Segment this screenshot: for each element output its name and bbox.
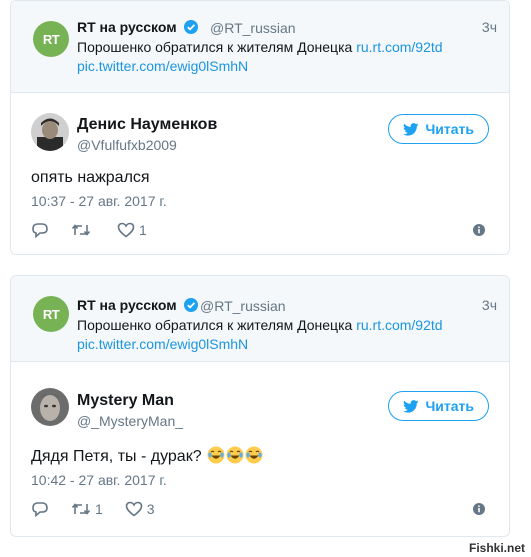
retweet-button[interactable]: [71, 222, 95, 238]
watermark: Fishki.net: [462, 539, 531, 557]
quoted-link[interactable]: ru.rt.com/92td: [356, 39, 442, 55]
tweet-text-body: Дядя Петя, ты - дурак?: [31, 448, 202, 465]
quoted-text: Порошенко обратился к жителям Донецка ru…: [77, 317, 443, 333]
quoted-pic-link[interactable]: pic.twitter.com/ewig0lSmhN: [77, 58, 248, 74]
quoted-author-name[interactable]: RT на русском: [77, 297, 198, 313]
avatar[interactable]: [31, 388, 69, 426]
follow-button[interactable]: Читать: [388, 114, 489, 144]
tweet-card: RT RT на русском @RT_russian 3ч Порошенк…: [10, 0, 510, 255]
author-handle[interactable]: @_MysteryMan_: [77, 413, 183, 429]
avatar[interactable]: [31, 113, 69, 151]
verified-badge-icon: [183, 20, 198, 34]
quoted-tweet[interactable]: RT RT на русском @RT_russian 3ч Порошенк…: [11, 276, 509, 362]
twitter-bird-icon: [403, 399, 419, 413]
laughing-emoji-icon: [207, 446, 225, 464]
twitter-bird-icon: [403, 122, 419, 136]
heart-icon: [125, 501, 143, 517]
quoted-time: 3ч: [481, 297, 497, 313]
quoted-author-name-text: RT на русском: [77, 19, 177, 35]
rt-avatar[interactable]: RT: [33, 21, 69, 57]
quoted-author-name-text: RT на русском: [77, 297, 177, 313]
follow-button[interactable]: Читать: [388, 391, 489, 421]
quoted-link[interactable]: ru.rt.com/92td: [356, 317, 442, 333]
follow-button-label: Читать: [425, 121, 474, 137]
laughing-emoji-icon: [226, 446, 244, 464]
avatar-photo: [31, 388, 69, 426]
author-handle[interactable]: @Vfulfufxb2009: [77, 137, 177, 153]
reply-icon: [32, 502, 48, 517]
quoted-author-name[interactable]: RT на русском: [77, 19, 198, 35]
quoted-tweet[interactable]: RT RT на русском @RT_russian 3ч Порошенк…: [11, 1, 509, 93]
laughing-emoji-icon: [245, 446, 263, 464]
quoted-time: 3ч: [481, 19, 497, 35]
quoted-author-handle: @RT_russian: [200, 298, 286, 314]
tweet-text: Дядя Петя, ты - дурак?: [31, 446, 263, 466]
reply-button[interactable]: [31, 222, 49, 238]
tweet-actions: 1 3: [31, 498, 177, 520]
follow-button-label: Читать: [425, 398, 474, 414]
quoted-pic-link[interactable]: pic.twitter.com/ewig0lSmhN: [77, 336, 248, 352]
info-icon[interactable]: [473, 224, 485, 236]
reply-icon: [32, 223, 48, 238]
tweet-date[interactable]: 10:37 - 27 авг. 2017 г.: [31, 193, 167, 209]
like-count: 1: [139, 222, 147, 238]
like-button[interactable]: 1: [117, 222, 147, 238]
quoted-text-body: Порошенко обратился к жителям Донецка: [77, 317, 353, 333]
retweet-button[interactable]: 1: [71, 501, 103, 517]
tweet-actions: 1: [31, 219, 169, 241]
tweet-text: опять нажрался: [31, 169, 150, 186]
quoted-text-body: Порошенко обратился к жителям Донецка: [77, 39, 353, 55]
verified-badge-icon: [183, 298, 198, 312]
avatar-photo: [31, 113, 69, 151]
author-name[interactable]: Mystery Man: [77, 392, 174, 410]
retweet-count: 1: [95, 501, 103, 517]
retweet-icon: [71, 224, 91, 236]
quoted-author-handle: @RT_russian: [210, 20, 296, 36]
like-count: 3: [146, 501, 155, 517]
tweet-card: RT RT на русском @RT_russian 3ч Порошенк…: [10, 275, 510, 537]
like-button[interactable]: 3: [125, 501, 155, 517]
info-icon[interactable]: [473, 503, 485, 515]
retweet-icon: [71, 503, 91, 515]
rt-avatar[interactable]: RT: [33, 296, 69, 332]
heart-icon: [117, 222, 135, 238]
author-name[interactable]: Денис Науменков: [77, 116, 217, 134]
quoted-text: Порошенко обратился к жителям Донецка ru…: [77, 39, 443, 55]
tweet-date[interactable]: 10:42 - 27 авг. 2017 г.: [31, 472, 167, 488]
reply-button[interactable]: [31, 501, 49, 517]
